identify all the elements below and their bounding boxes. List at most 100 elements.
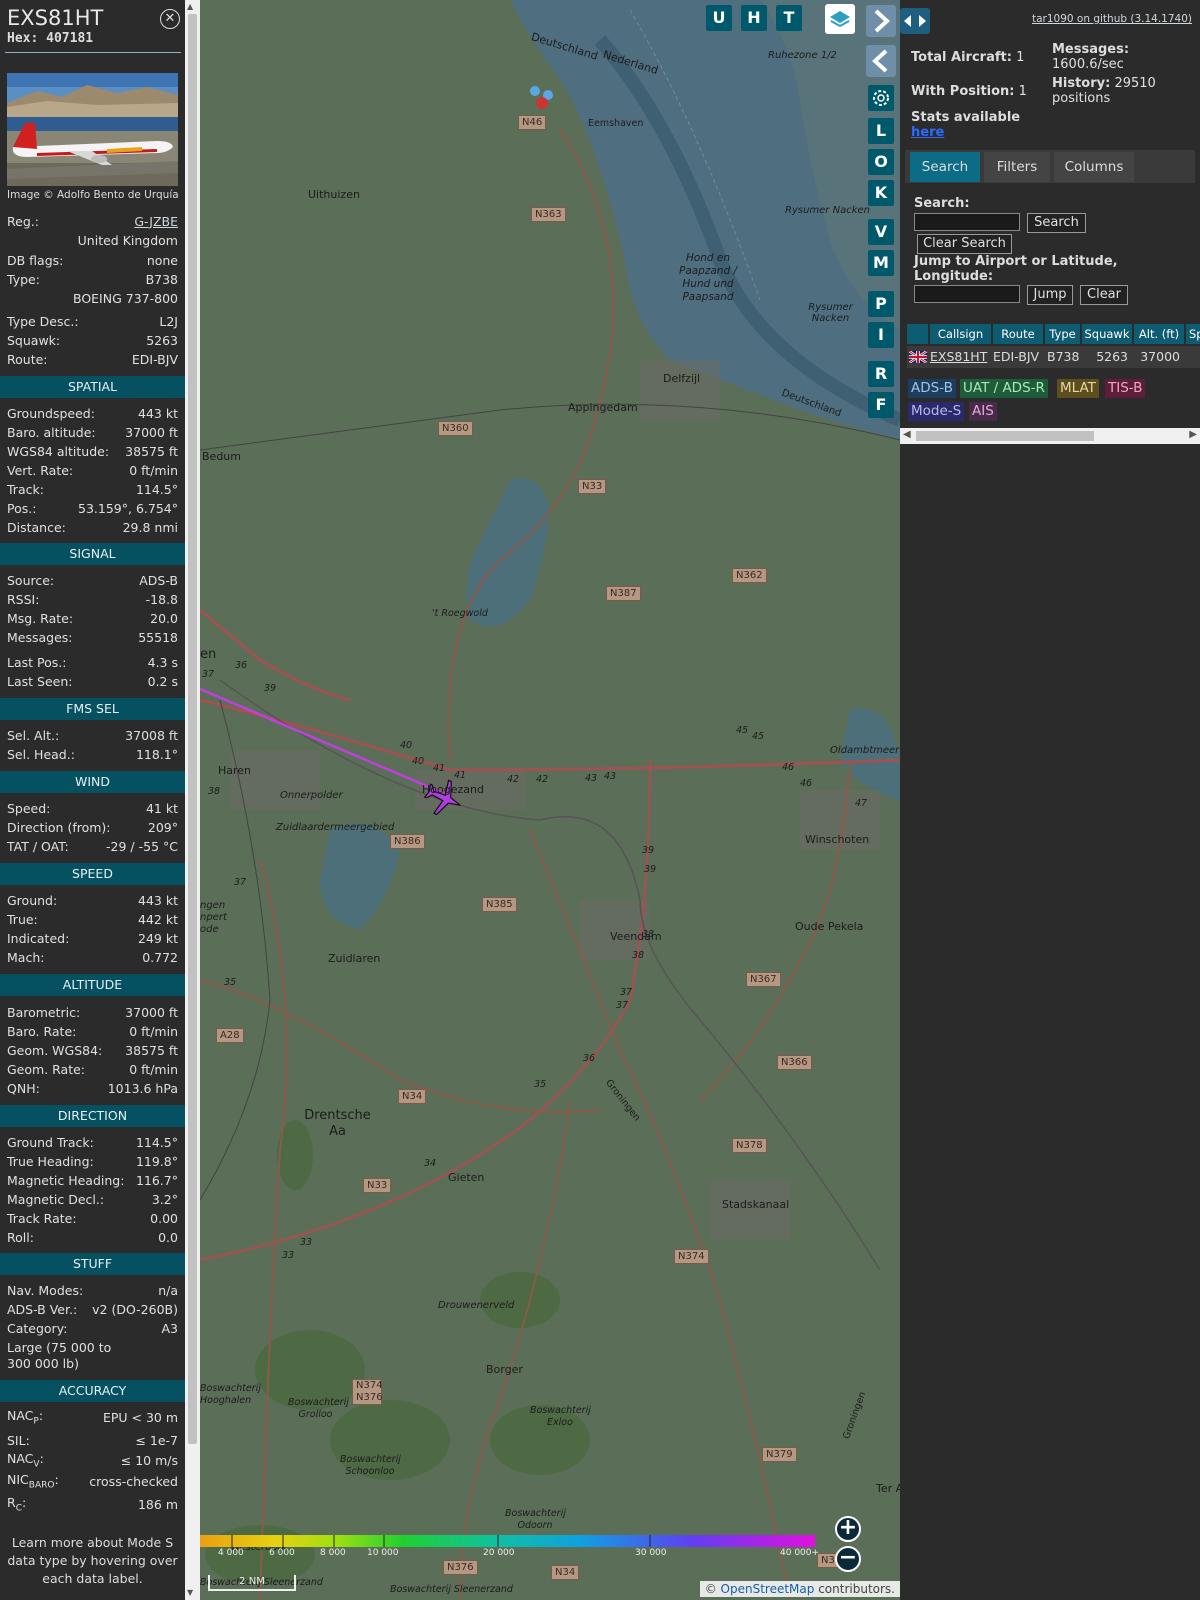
info-label: Magnetic Decl.: bbox=[7, 1191, 105, 1207]
jump-button[interactable]: Jump bbox=[1027, 285, 1073, 305]
stats-link[interactable]: here bbox=[911, 125, 944, 140]
key-button-p[interactable]: P bbox=[868, 291, 894, 317]
stats-available-label: Stats available bbox=[911, 110, 1021, 125]
tab-columns[interactable]: Columns bbox=[1054, 152, 1134, 182]
reg-link[interactable]: G-JZBE bbox=[134, 214, 178, 229]
info-value: -18.8 bbox=[145, 591, 178, 607]
key-button-i[interactable]: I bbox=[868, 322, 894, 348]
collapse-sidebar-button[interactable] bbox=[866, 5, 896, 37]
info-label: Source: bbox=[7, 572, 55, 588]
table-horizontal-scrollbar[interactable]: ◀ ▶ bbox=[900, 428, 1200, 444]
key-button-h[interactable]: H bbox=[741, 5, 767, 31]
info-value: 37000 ft bbox=[125, 1004, 178, 1020]
github-link[interactable]: tar1090 on github (3.14.1740) bbox=[1032, 13, 1192, 25]
info-label: TAT / OAT: bbox=[7, 838, 69, 854]
map-label: Boswachterij Exloo bbox=[530, 1405, 591, 1428]
map-view[interactable]: Deutschland Nederland Ruhezone 1/2 Eemsh… bbox=[200, 0, 900, 1600]
key-button-k[interactable]: K bbox=[868, 180, 894, 206]
zoom-out-button[interactable]: − bbox=[835, 1546, 861, 1572]
category-description: Large (75 000 to 300 000 lb) bbox=[7, 1340, 112, 1371]
exit-number: 39 bbox=[264, 683, 277, 694]
info-row: Magnetic Heading: 116.7° bbox=[7, 1171, 178, 1189]
zoom-in-button[interactable]: + bbox=[835, 1516, 861, 1542]
key-button-f[interactable]: F bbox=[868, 392, 894, 418]
map-label: Rysumer Nacken bbox=[785, 205, 870, 216]
info-row: QNH: 1013.6 hPa bbox=[7, 1079, 178, 1097]
info-row: ADS-B Ver.: v2 (DO-260B) bbox=[7, 1300, 178, 1318]
row-callsign[interactable]: EXS81HT bbox=[930, 348, 987, 366]
exit-number: 43 bbox=[604, 771, 617, 782]
source-chip-uat: UAT / ADS-R bbox=[960, 379, 1048, 398]
exit-number: 41 bbox=[433, 763, 446, 774]
info-row: Last Pos.: 4.3 s bbox=[7, 653, 178, 671]
column-header-flag[interactable] bbox=[907, 324, 928, 344]
key-button-l[interactable]: L bbox=[868, 118, 894, 144]
info-value: 0 ft/min bbox=[129, 462, 178, 478]
exit-number: 40 bbox=[412, 756, 425, 767]
exit-number: 38 bbox=[208, 786, 221, 797]
key-button-o[interactable]: O bbox=[868, 149, 894, 175]
aircraft-list-panel: tar1090 on github (3.14.1740) Total Airc… bbox=[900, 0, 1200, 1600]
key-button-m[interactable]: M bbox=[868, 250, 894, 276]
column-header-altitude[interactable]: Alt. (ft) bbox=[1134, 324, 1184, 344]
info-label: Geom. Rate: bbox=[7, 1061, 86, 1077]
settings-button[interactable] bbox=[868, 85, 894, 111]
expand-panel-button[interactable] bbox=[866, 45, 896, 77]
info-row: Nav. Modes: n/a bbox=[7, 1281, 178, 1299]
column-header-callsign[interactable]: Callsign bbox=[930, 324, 991, 344]
map-label: Bedum bbox=[202, 450, 241, 463]
scroll-down-icon[interactable]: ▼ bbox=[187, 1588, 193, 1597]
scroll-left-icon[interactable]: ◀ bbox=[903, 429, 911, 440]
info-row: NACP: EPU < 30 m bbox=[7, 1408, 178, 1427]
info-panel-scrollbar[interactable]: ▲ ▼ bbox=[185, 0, 200, 1600]
search-button[interactable]: Search bbox=[1027, 213, 1086, 233]
photo-credit: Image © Adolfo Bento de Urquía bbox=[7, 189, 179, 201]
close-icon[interactable]: ✕ bbox=[160, 9, 180, 29]
key-button-r[interactable]: R bbox=[868, 361, 894, 387]
info-value: 443 kt bbox=[138, 405, 178, 421]
column-header-route[interactable]: Route bbox=[993, 324, 1043, 344]
clear-button[interactable]: Clear bbox=[1080, 285, 1128, 305]
road-shield: N363 bbox=[531, 207, 566, 222]
route-label: Route: bbox=[7, 351, 48, 367]
attribution-prefix: © bbox=[704, 1582, 721, 1596]
info-label: Pos.: bbox=[7, 500, 37, 516]
info-row: Indicated: 249 kt bbox=[7, 929, 178, 947]
aircraft-photo[interactable] bbox=[7, 73, 178, 186]
scrollbar-thumb[interactable] bbox=[916, 431, 1094, 441]
map-label: Boswachterij Hooghalen bbox=[200, 1383, 261, 1406]
column-header-speed[interactable]: Sp bbox=[1186, 324, 1200, 344]
section-wind: WIND bbox=[0, 771, 185, 793]
map-label: Appingedam bbox=[568, 401, 638, 414]
map-label: Eemshaven bbox=[588, 118, 644, 129]
info-label: Nav. Modes: bbox=[7, 1282, 84, 1298]
key-button-u[interactable]: U bbox=[706, 5, 732, 31]
info-value: 0 ft/min bbox=[129, 1061, 178, 1077]
clear-search-button[interactable]: Clear Search bbox=[917, 234, 1012, 254]
exit-number: 45 bbox=[736, 725, 749, 736]
scroll-up-icon[interactable]: ▲ bbox=[187, 2, 193, 11]
map-label: Onnerpolder bbox=[280, 790, 343, 801]
resize-panel-button[interactable] bbox=[900, 8, 930, 34]
search-input[interactable] bbox=[914, 213, 1020, 231]
tab-filters[interactable]: Filters bbox=[984, 152, 1050, 182]
info-value: 1013.6 hPa bbox=[107, 1080, 178, 1096]
scrollbar-thumb[interactable] bbox=[188, 14, 197, 1444]
attribution-link[interactable]: OpenStreetMap bbox=[721, 1582, 815, 1596]
info-label: Last Seen: bbox=[7, 673, 73, 689]
column-header-squawk[interactable]: Squawk bbox=[1082, 324, 1132, 344]
key-button-t[interactable]: T bbox=[776, 5, 802, 31]
jump-input[interactable] bbox=[914, 285, 1020, 303]
info-label: Vert. Rate: bbox=[7, 462, 74, 478]
key-button-v[interactable]: V bbox=[868, 219, 894, 245]
layers-button[interactable] bbox=[825, 4, 855, 34]
scroll-right-icon[interactable]: ▶ bbox=[1189, 429, 1197, 440]
map-label: Ter A bbox=[876, 1482, 900, 1495]
tab-search[interactable]: Search bbox=[910, 152, 980, 182]
info-row: Geom. WGS84: 38575 ft bbox=[7, 1041, 178, 1059]
arrows-horizontal-icon bbox=[904, 15, 926, 27]
column-header-type[interactable]: Type bbox=[1045, 324, 1080, 344]
map-label: 't Roegwold bbox=[432, 608, 488, 619]
type-name: BOEING 737-800 bbox=[72, 291, 178, 306]
info-value: 0 ft/min bbox=[129, 1023, 178, 1039]
